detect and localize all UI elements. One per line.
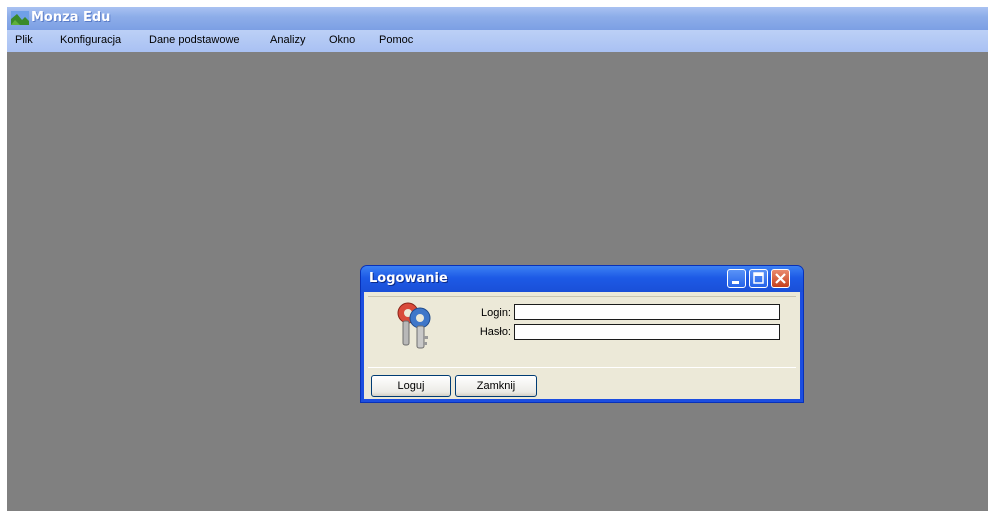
app-titlebar[interactable]: Monza Edu bbox=[7, 7, 988, 30]
menu-konfiguracja[interactable]: Konfiguracja bbox=[60, 34, 121, 46]
login-button[interactable]: Loguj bbox=[371, 375, 451, 397]
login-field[interactable] bbox=[514, 304, 780, 320]
login-label: Login: bbox=[481, 307, 511, 319]
menu-pomoc[interactable]: Pomoc bbox=[379, 34, 413, 46]
login-dialog: Logowanie Login: Hasło: Loguj Zamknij bbox=[360, 265, 804, 403]
keys-icon bbox=[397, 302, 431, 349]
minimize-button[interactable] bbox=[727, 269, 746, 288]
close-window-button[interactable] bbox=[771, 269, 790, 288]
dialog-title: Logowanie bbox=[369, 271, 448, 286]
dialog-titlebar[interactable]: Logowanie bbox=[361, 266, 803, 292]
password-field[interactable] bbox=[514, 324, 780, 340]
close-icon bbox=[775, 273, 786, 284]
close-button[interactable]: Zamknij bbox=[455, 375, 537, 397]
menu-okno[interactable]: Okno bbox=[329, 34, 355, 46]
menu-bar: Plik Konfiguracja Dane podstawowe Analiz… bbox=[7, 30, 988, 52]
menu-analizy[interactable]: Analizy bbox=[270, 34, 305, 46]
password-label: Hasło: bbox=[479, 326, 511, 338]
menu-plik[interactable]: Plik bbox=[15, 34, 33, 46]
app-window: Monza Edu Plik Konfiguracja Dane podstaw… bbox=[7, 7, 988, 511]
menu-dane-podstawowe[interactable]: Dane podstawowe bbox=[149, 34, 240, 46]
minimize-icon bbox=[732, 281, 739, 284]
landscape-app-icon bbox=[11, 11, 29, 25]
maximize-icon bbox=[753, 272, 764, 284]
dialog-content: Login: Hasło: bbox=[368, 296, 796, 368]
maximize-button[interactable] bbox=[749, 269, 768, 288]
app-title: Monza Edu bbox=[31, 10, 111, 25]
dialog-body: Login: Hasło: Loguj Zamknij bbox=[364, 292, 800, 399]
